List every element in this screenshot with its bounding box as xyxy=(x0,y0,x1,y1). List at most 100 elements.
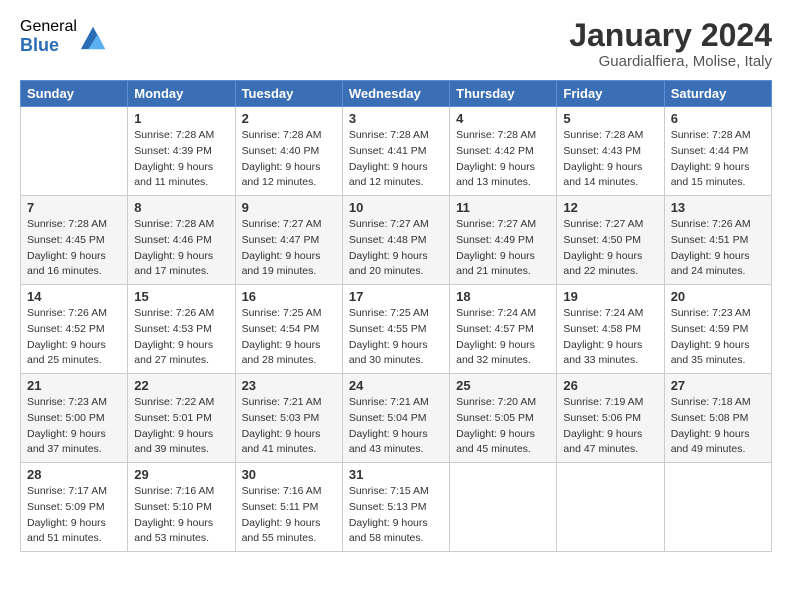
calendar-cell: 17 Sunrise: 7:25 AM Sunset: 4:55 PM Dayl… xyxy=(342,285,449,374)
calendar-cell xyxy=(21,107,128,196)
sunrise: Sunrise: 7:27 AM xyxy=(563,218,643,230)
day-number: 4 xyxy=(456,111,550,126)
sunset: Sunset: 4:41 PM xyxy=(349,145,427,157)
calendar-cell: 16 Sunrise: 7:25 AM Sunset: 4:54 PM Dayl… xyxy=(235,285,342,374)
sunset: Sunset: 4:55 PM xyxy=(349,323,427,335)
daylight: Daylight: 9 hours and 37 minutes. xyxy=(27,428,106,456)
day-number: 14 xyxy=(27,289,121,304)
sunrise: Sunrise: 7:19 AM xyxy=(563,396,643,408)
sunrise: Sunrise: 7:25 AM xyxy=(242,307,322,319)
sunrise: Sunrise: 7:27 AM xyxy=(242,218,322,230)
calendar-cell: 23 Sunrise: 7:21 AM Sunset: 5:03 PM Dayl… xyxy=(235,374,342,463)
daylight: Daylight: 9 hours and 25 minutes. xyxy=(27,339,106,367)
week-row-2: 14 Sunrise: 7:26 AM Sunset: 4:52 PM Dayl… xyxy=(21,285,772,374)
sunrise: Sunrise: 7:24 AM xyxy=(563,307,643,319)
daylight: Daylight: 9 hours and 22 minutes. xyxy=(563,250,642,278)
logo-text: General Blue xyxy=(20,18,77,55)
day-number: 31 xyxy=(349,467,443,482)
sunset: Sunset: 4:52 PM xyxy=(27,323,105,335)
day-number: 29 xyxy=(134,467,228,482)
day-info: Sunrise: 7:28 AM Sunset: 4:46 PM Dayligh… xyxy=(134,217,228,280)
day-info: Sunrise: 7:21 AM Sunset: 5:04 PM Dayligh… xyxy=(349,395,443,458)
calendar-cell: 20 Sunrise: 7:23 AM Sunset: 4:59 PM Dayl… xyxy=(664,285,771,374)
title-block: January 2024 Guardialfiera, Molise, Ital… xyxy=(569,18,772,70)
sunset: Sunset: 4:39 PM xyxy=(134,145,212,157)
daylight: Daylight: 9 hours and 39 minutes. xyxy=(134,428,213,456)
sunrise: Sunrise: 7:16 AM xyxy=(242,485,322,497)
sunrise: Sunrise: 7:28 AM xyxy=(134,218,214,230)
day-info: Sunrise: 7:26 AM Sunset: 4:52 PM Dayligh… xyxy=(27,306,121,369)
sunrise: Sunrise: 7:17 AM xyxy=(27,485,107,497)
header-saturday: Saturday xyxy=(664,81,771,107)
daylight: Daylight: 9 hours and 30 minutes. xyxy=(349,339,428,367)
calendar-cell: 25 Sunrise: 7:20 AM Sunset: 5:05 PM Dayl… xyxy=(450,374,557,463)
day-info: Sunrise: 7:17 AM Sunset: 5:09 PM Dayligh… xyxy=(27,484,121,547)
day-info: Sunrise: 7:22 AM Sunset: 5:01 PM Dayligh… xyxy=(134,395,228,458)
day-info: Sunrise: 7:20 AM Sunset: 5:05 PM Dayligh… xyxy=(456,395,550,458)
sunrise: Sunrise: 7:28 AM xyxy=(456,129,536,141)
sunrise: Sunrise: 7:22 AM xyxy=(134,396,214,408)
calendar-table: Sunday Monday Tuesday Wednesday Thursday… xyxy=(20,80,772,552)
day-info: Sunrise: 7:28 AM Sunset: 4:39 PM Dayligh… xyxy=(134,128,228,191)
day-info: Sunrise: 7:24 AM Sunset: 4:57 PM Dayligh… xyxy=(456,306,550,369)
calendar-cell: 18 Sunrise: 7:24 AM Sunset: 4:57 PM Dayl… xyxy=(450,285,557,374)
daylight: Daylight: 9 hours and 14 minutes. xyxy=(563,161,642,189)
week-row-0: 1 Sunrise: 7:28 AM Sunset: 4:39 PM Dayli… xyxy=(21,107,772,196)
sunset: Sunset: 4:59 PM xyxy=(671,323,749,335)
day-number: 2 xyxy=(242,111,336,126)
sunset: Sunset: 4:48 PM xyxy=(349,234,427,246)
calendar-cell: 1 Sunrise: 7:28 AM Sunset: 4:39 PM Dayli… xyxy=(128,107,235,196)
sunset: Sunset: 5:05 PM xyxy=(456,412,534,424)
sunset: Sunset: 5:00 PM xyxy=(27,412,105,424)
day-info: Sunrise: 7:27 AM Sunset: 4:48 PM Dayligh… xyxy=(349,217,443,280)
day-number: 17 xyxy=(349,289,443,304)
logo: General Blue xyxy=(20,18,107,55)
sunrise: Sunrise: 7:28 AM xyxy=(134,129,214,141)
sunset: Sunset: 4:43 PM xyxy=(563,145,641,157)
day-info: Sunrise: 7:28 AM Sunset: 4:40 PM Dayligh… xyxy=(242,128,336,191)
calendar-cell: 9 Sunrise: 7:27 AM Sunset: 4:47 PM Dayli… xyxy=(235,196,342,285)
day-info: Sunrise: 7:28 AM Sunset: 4:45 PM Dayligh… xyxy=(27,217,121,280)
sunset: Sunset: 5:11 PM xyxy=(242,501,319,513)
header-monday: Monday xyxy=(128,81,235,107)
calendar-cell: 15 Sunrise: 7:26 AM Sunset: 4:53 PM Dayl… xyxy=(128,285,235,374)
daylight: Daylight: 9 hours and 51 minutes. xyxy=(27,517,106,545)
weekday-header-row: Sunday Monday Tuesday Wednesday Thursday… xyxy=(21,81,772,107)
sunrise: Sunrise: 7:27 AM xyxy=(349,218,429,230)
sunset: Sunset: 4:50 PM xyxy=(563,234,641,246)
day-info: Sunrise: 7:27 AM Sunset: 4:49 PM Dayligh… xyxy=(456,217,550,280)
daylight: Daylight: 9 hours and 13 minutes. xyxy=(456,161,535,189)
day-number: 18 xyxy=(456,289,550,304)
sunrise: Sunrise: 7:27 AM xyxy=(456,218,536,230)
calendar-cell: 22 Sunrise: 7:22 AM Sunset: 5:01 PM Dayl… xyxy=(128,374,235,463)
sunrise: Sunrise: 7:28 AM xyxy=(671,129,751,141)
day-info: Sunrise: 7:24 AM Sunset: 4:58 PM Dayligh… xyxy=(563,306,657,369)
day-number: 5 xyxy=(563,111,657,126)
day-number: 22 xyxy=(134,378,228,393)
sunrise: Sunrise: 7:25 AM xyxy=(349,307,429,319)
day-number: 3 xyxy=(349,111,443,126)
daylight: Daylight: 9 hours and 17 minutes. xyxy=(134,250,213,278)
day-info: Sunrise: 7:27 AM Sunset: 4:47 PM Dayligh… xyxy=(242,217,336,280)
sunrise: Sunrise: 7:21 AM xyxy=(349,396,429,408)
day-number: 28 xyxy=(27,467,121,482)
week-row-1: 7 Sunrise: 7:28 AM Sunset: 4:45 PM Dayli… xyxy=(21,196,772,285)
day-number: 26 xyxy=(563,378,657,393)
sunset: Sunset: 4:57 PM xyxy=(456,323,534,335)
week-row-4: 28 Sunrise: 7:17 AM Sunset: 5:09 PM Dayl… xyxy=(21,463,772,552)
day-number: 12 xyxy=(563,200,657,215)
day-number: 8 xyxy=(134,200,228,215)
header-friday: Friday xyxy=(557,81,664,107)
calendar-cell: 11 Sunrise: 7:27 AM Sunset: 4:49 PM Dayl… xyxy=(450,196,557,285)
daylight: Daylight: 9 hours and 32 minutes. xyxy=(456,339,535,367)
calendar-cell: 13 Sunrise: 7:26 AM Sunset: 4:51 PM Dayl… xyxy=(664,196,771,285)
sunrise: Sunrise: 7:28 AM xyxy=(349,129,429,141)
sunrise: Sunrise: 7:23 AM xyxy=(27,396,107,408)
day-info: Sunrise: 7:27 AM Sunset: 4:50 PM Dayligh… xyxy=(563,217,657,280)
day-info: Sunrise: 7:26 AM Sunset: 4:53 PM Dayligh… xyxy=(134,306,228,369)
calendar-cell: 30 Sunrise: 7:16 AM Sunset: 5:11 PM Dayl… xyxy=(235,463,342,552)
daylight: Daylight: 9 hours and 43 minutes. xyxy=(349,428,428,456)
sunrise: Sunrise: 7:21 AM xyxy=(242,396,322,408)
month-title: January 2024 xyxy=(569,18,772,53)
daylight: Daylight: 9 hours and 33 minutes. xyxy=(563,339,642,367)
